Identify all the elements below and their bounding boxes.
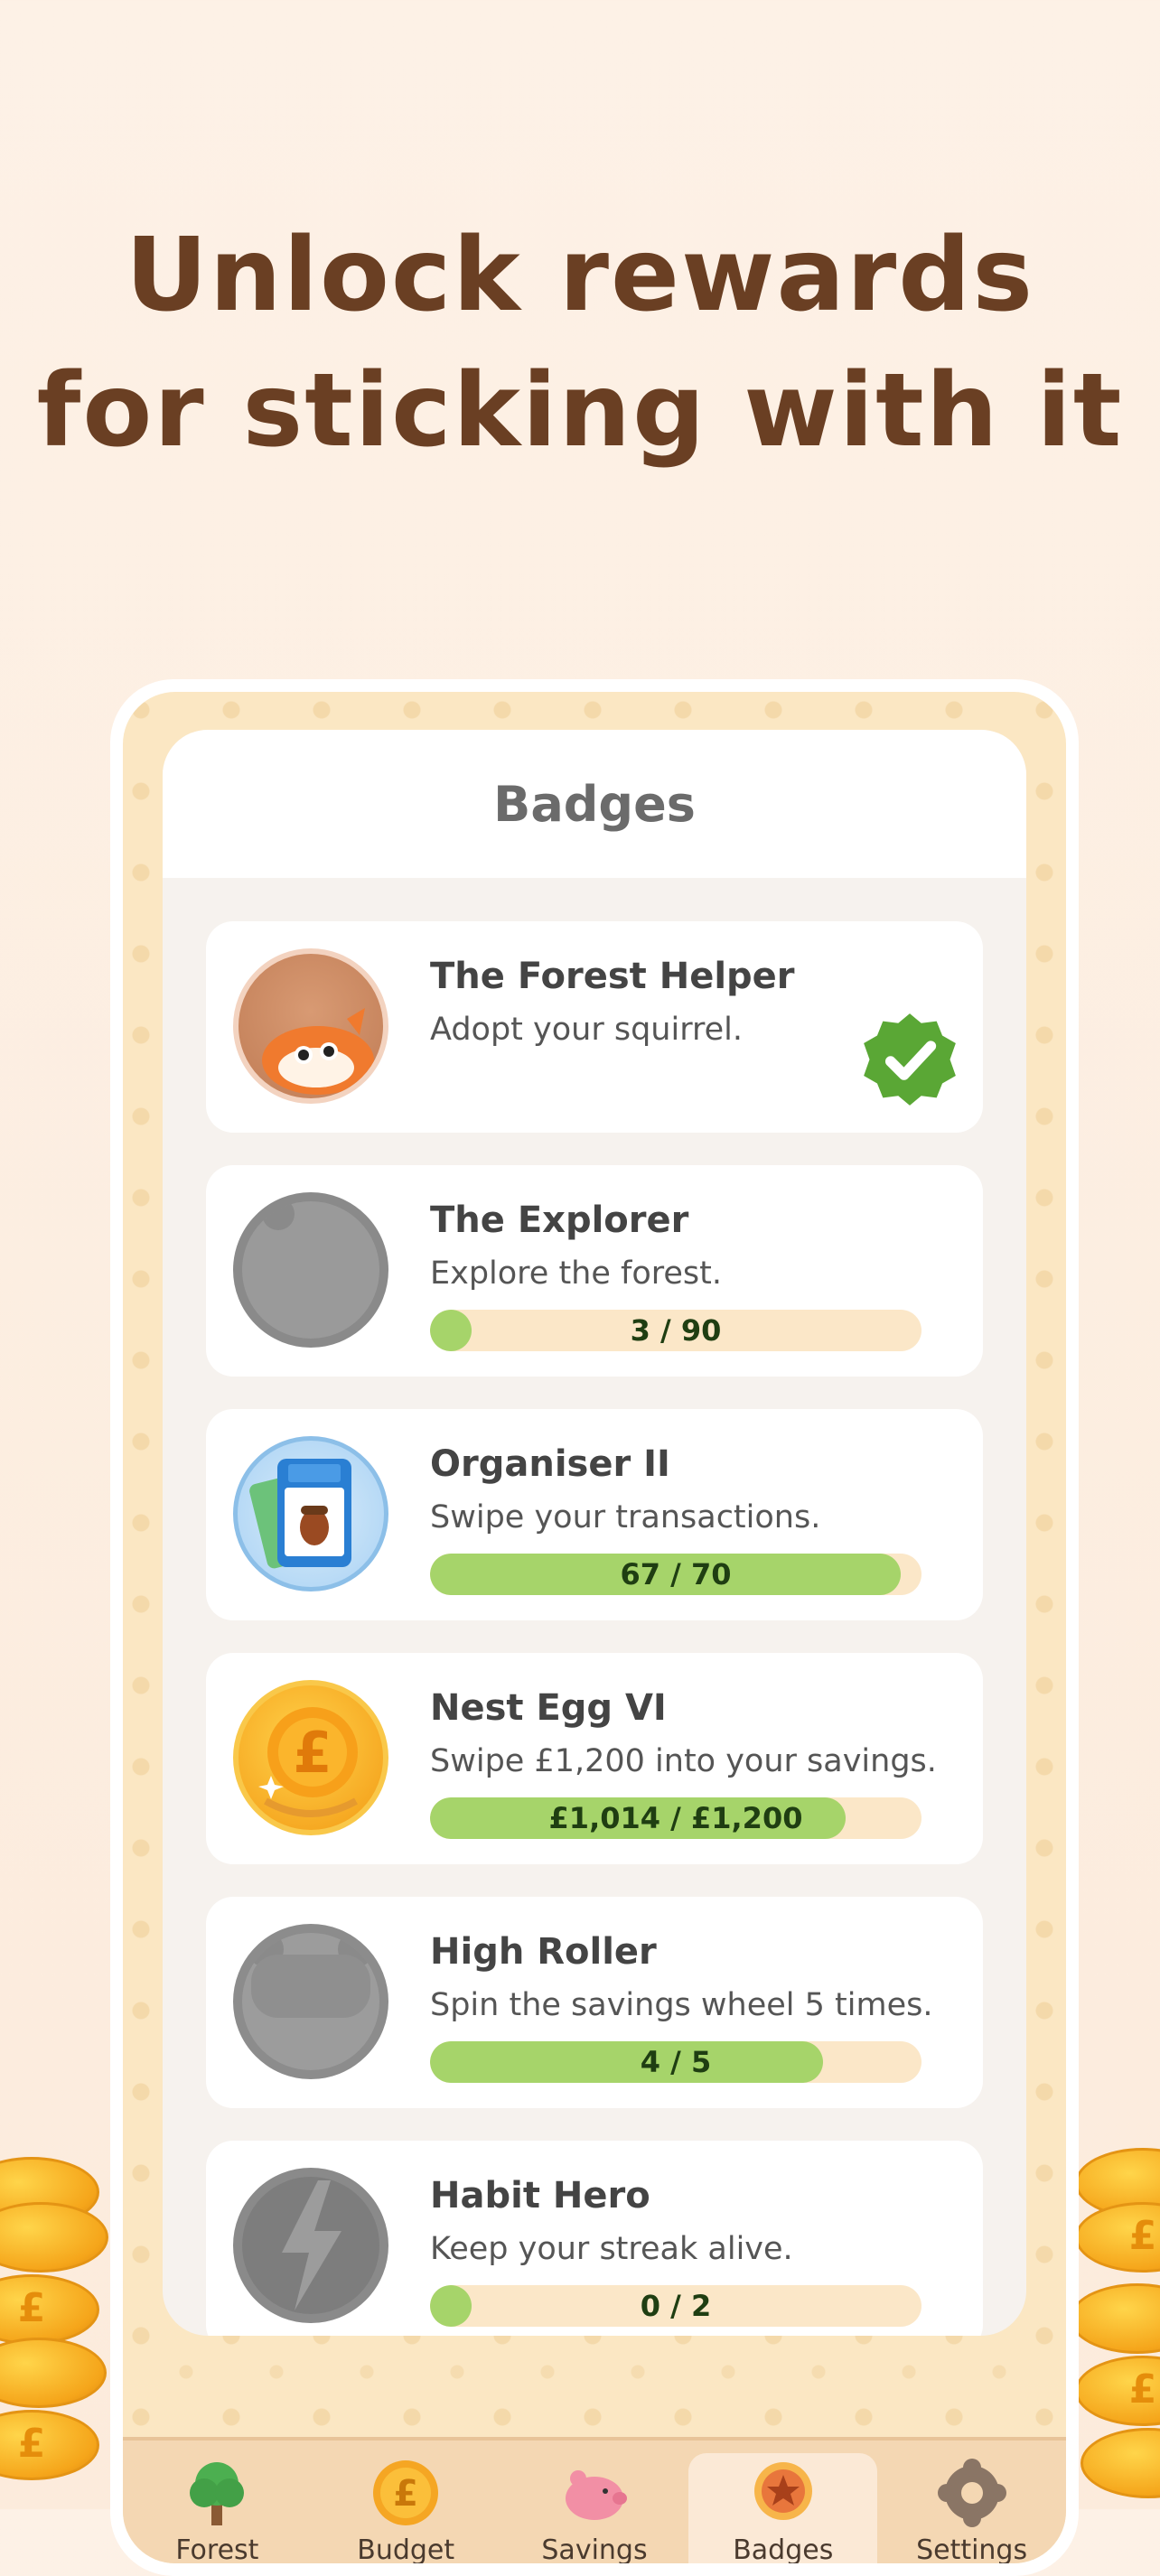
tab-savings[interactable]: Savings <box>500 2441 689 2563</box>
progress-text: 3 / 90 <box>630 1313 722 1348</box>
badge-description: Swipe your transactions. <box>430 1499 821 1535</box>
progress-bar: £1,014 / £1,200 <box>430 1797 921 1839</box>
piggy-bank-icon <box>558 2457 631 2529</box>
badge-row-forest-helper[interactable]: The Forest Helper Adopt your squirrel. <box>206 921 983 1133</box>
badge-description: Swipe £1,200 into your savings. <box>430 1743 937 1779</box>
svg-text:£: £ <box>393 2473 418 2515</box>
coin-stack-right: £ £ <box>1070 2148 1160 2509</box>
badge-name: The Explorer <box>430 1199 689 1241</box>
headline: Unlock rewards for sticking with it <box>0 208 1160 479</box>
gear-icon <box>936 2457 1008 2529</box>
progress-bar: 3 / 90 <box>430 1310 921 1351</box>
tab-forest[interactable]: Forest <box>123 2441 312 2563</box>
phone-frame: Badges The Forest Helper Adopt your squi… <box>110 679 1079 2576</box>
locked-explorer-icon <box>233 1192 388 1348</box>
locked-high-roller-icon <box>233 1924 388 2079</box>
pound-coin-icon: £ <box>233 1680 388 1835</box>
tab-budget[interactable]: £ Budget <box>312 2441 500 2563</box>
headline-line-1: Unlock rewards <box>125 217 1035 334</box>
tab-label: Savings <box>541 2534 648 2563</box>
badge-description: Explore the forest. <box>430 1255 722 1292</box>
headline-line-2: for sticking with it <box>36 352 1124 470</box>
badge-row-high-roller[interactable]: High Roller Spin the savings wheel 5 tim… <box>206 1897 983 2108</box>
page-title: Badges <box>493 775 696 833</box>
tab-badges[interactable]: Badges <box>688 2453 878 2563</box>
badge-name: Nest Egg VI <box>430 1687 667 1729</box>
badge-row-nest-egg[interactable]: £ Nest Egg VI Swipe £1,200 into your sav… <box>206 1653 983 1864</box>
svg-text:£: £ <box>293 1720 332 1786</box>
badge-name: Organiser II <box>430 1443 670 1485</box>
tab-label: Settings <box>916 2534 1028 2563</box>
receipt-card-icon <box>233 1436 388 1591</box>
tab-label: Budget <box>357 2534 455 2563</box>
badges-card: Badges The Forest Helper Adopt your squi… <box>163 730 1026 2336</box>
tab-label: Badges <box>733 2534 834 2563</box>
tree-icon <box>181 2457 253 2529</box>
badge-name: Habit Hero <box>430 2175 650 2217</box>
badge-row-organiser[interactable]: Organiser II Swipe your transactions. 67… <box>206 1409 983 1620</box>
progress-text: 4 / 5 <box>640 2045 712 2079</box>
lightning-icon <box>233 2168 388 2323</box>
progress-bar: 4 / 5 <box>430 2041 921 2083</box>
app-screen: Badges The Forest Helper Adopt your squi… <box>123 692 1066 2563</box>
badge-list: The Forest Helper Adopt your squirrel. T… <box>206 921 983 2336</box>
card-header: Badges <box>163 730 1026 878</box>
completed-check-icon <box>864 1013 956 1106</box>
progress-bar: 0 / 2 <box>430 2285 921 2327</box>
squirrel-badge-icon <box>233 948 388 1104</box>
badge-row-habit-hero[interactable]: Habit Hero Keep your streak alive. 0 / 2 <box>206 2141 983 2336</box>
badge-name: The Forest Helper <box>430 956 795 997</box>
tab-label: Forest <box>175 2534 259 2563</box>
star-badge-icon <box>747 2457 819 2529</box>
badge-description: Keep your streak alive. <box>430 2231 793 2267</box>
tab-bar: Forest £ Budget Savings Badges Settings <box>123 2437 1066 2563</box>
progress-bar: 67 / 70 <box>430 1554 921 1595</box>
pound-coin-icon: £ <box>370 2457 442 2529</box>
progress-text: 67 / 70 <box>620 1557 732 1591</box>
badge-description: Adopt your squirrel. <box>430 1012 743 1048</box>
badge-row-explorer[interactable]: The Explorer Explore the forest. 3 / 90 <box>206 1165 983 1377</box>
badge-description: Spin the savings wheel 5 times. <box>430 1987 933 2023</box>
badge-name: High Roller <box>430 1931 657 1973</box>
coin-stack-left: £ £ <box>0 2148 108 2509</box>
progress-text: 0 / 2 <box>640 2289 712 2323</box>
tab-settings[interactable]: Settings <box>877 2441 1066 2563</box>
progress-text: £1,014 / £1,200 <box>548 1801 803 1835</box>
